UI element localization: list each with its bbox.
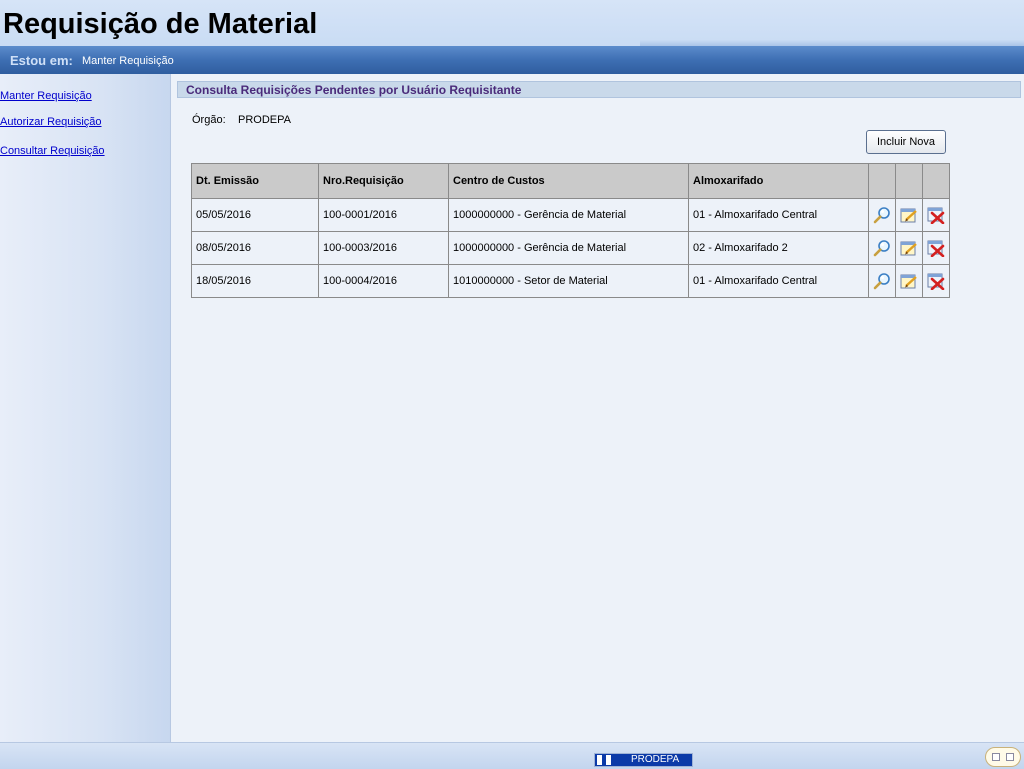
minimize-icon[interactable] — [992, 753, 1000, 761]
delete-cell — [922, 264, 950, 298]
cell-date: 08/05/2016 — [191, 231, 319, 265]
delete-cell — [922, 198, 950, 232]
table-header-row: Dt. Emissão Nro.Requisição Centro de Cus… — [191, 163, 950, 199]
breadcrumb-current: Manter Requisição — [82, 55, 174, 67]
prodepa-logo: PRODEPA — [594, 753, 693, 767]
sidebar-item-autorizar-requisicao[interactable]: Autorizar Requisição — [0, 116, 102, 128]
app-title: Requisição de Material — [3, 8, 318, 40]
column-header-number[interactable]: Nro.Requisição — [318, 163, 449, 199]
cell-number: 100-0004/2016 — [318, 264, 449, 298]
search-icon[interactable] — [873, 206, 891, 224]
table-row: 08/05/2016 100-0003/2016 1000000000 - Ge… — [191, 231, 950, 265]
view-cell — [868, 198, 896, 232]
search-icon[interactable] — [873, 239, 891, 257]
edit-icon[interactable] — [900, 239, 918, 257]
cell-cost-center: 1000000000 - Gerência de Material — [448, 231, 689, 265]
cell-warehouse: 01 - Almoxarifado Central — [688, 198, 869, 232]
app-header: Requisição de Material — [0, 0, 1024, 46]
breadcrumb-label: Estou em: — [10, 53, 73, 68]
cell-date: 05/05/2016 — [191, 198, 319, 232]
add-new-button[interactable]: Incluir Nova — [866, 130, 946, 154]
edit-cell — [895, 264, 923, 298]
logo-text: PRODEPA — [631, 754, 680, 765]
sidebar: Manter Requisição Autorizar Requisição C… — [0, 74, 171, 742]
sidebar-item-consultar-requisicao[interactable]: Consultar Requisição — [0, 145, 105, 157]
requisitions-table: Dt. Emissão Nro.Requisição Centro de Cus… — [191, 163, 950, 298]
cell-cost-center: 1000000000 - Gerência de Material — [448, 198, 689, 232]
search-icon[interactable] — [873, 272, 891, 290]
column-header-action-view — [868, 163, 896, 199]
view-cell — [868, 264, 896, 298]
footer: PRODEPA — [0, 742, 1024, 769]
section-title: Consulta Requisições Pendentes por Usuár… — [177, 81, 1021, 98]
org-label: Órgão: — [192, 114, 226, 126]
view-cell — [868, 231, 896, 265]
logo-mark-icon — [597, 755, 611, 765]
delete-icon[interactable] — [927, 272, 945, 290]
restore-icon[interactable] — [1006, 753, 1014, 761]
cell-number: 100-0001/2016 — [318, 198, 449, 232]
delete-cell — [922, 231, 950, 265]
main-content: Consulta Requisições Pendentes por Usuár… — [171, 74, 1024, 742]
edit-icon[interactable] — [900, 206, 918, 224]
sidebar-item-manter-requisicao[interactable]: Manter Requisição — [0, 90, 92, 102]
edit-cell — [895, 198, 923, 232]
delete-icon[interactable] — [927, 239, 945, 257]
cell-warehouse: 02 - Almoxarifado 2 — [688, 231, 869, 265]
column-header-date[interactable]: Dt. Emissão — [191, 163, 319, 199]
cell-number: 100-0003/2016 — [318, 231, 449, 265]
cell-warehouse: 01 - Almoxarifado Central — [688, 264, 869, 298]
delete-icon[interactable] — [927, 206, 945, 224]
table-row: 18/05/2016 100-0004/2016 1010000000 - Se… — [191, 264, 950, 298]
column-header-warehouse[interactable]: Almoxarifado — [688, 163, 869, 199]
column-header-action-delete — [922, 163, 950, 199]
cell-date: 18/05/2016 — [191, 264, 319, 298]
breadcrumb: Estou em: Manter Requisição — [0, 46, 1024, 74]
edit-icon[interactable] — [900, 272, 918, 290]
column-header-cost-center[interactable]: Centro de Custos — [448, 163, 689, 199]
org-value: PRODEPA — [238, 114, 291, 126]
column-header-action-edit — [895, 163, 923, 199]
cell-cost-center: 1010000000 - Setor de Material — [448, 264, 689, 298]
window-controls[interactable] — [985, 747, 1021, 767]
table-row: 05/05/2016 100-0001/2016 1000000000 - Ge… — [191, 198, 950, 232]
edit-cell — [895, 231, 923, 265]
